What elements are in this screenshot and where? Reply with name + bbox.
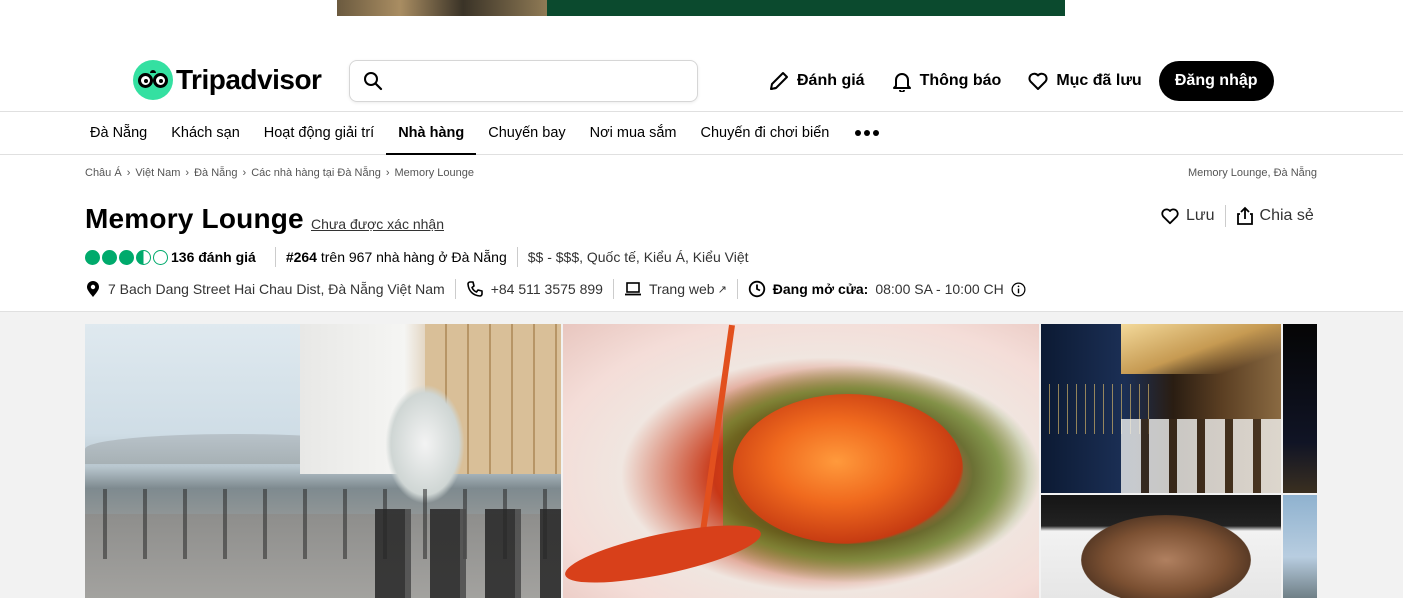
rank-text: trên 967 nhà hàng ở Đà Nẵng [316,249,507,265]
rating-row: 136 đánh giá #264 trên 967 nhà hàng ở Đà… [85,247,749,267]
info-icon[interactable] [1011,282,1026,297]
breadcrumb-item[interactable]: Châu Á [85,167,122,179]
hours-info[interactable]: Đang mở cửa: 08:00 SA - 10:00 CH [748,280,1026,298]
nav-item-shopping[interactable]: Nơi mua sắm [578,112,689,154]
hours-label: Đang mở cửa: [772,281,869,297]
location-label: Memory Lounge, Đà Nẵng [1187,167,1317,179]
gallery-photo-night[interactable] [1283,324,1317,493]
chevron-right-icon: › [242,167,247,179]
ad-banner [547,0,1065,16]
breadcrumb: Châu Á › Việt Nam › Đà Nẵng › Các nhà hà… [85,167,474,179]
nav-item-da-nang[interactable]: Đà Nẵng [78,112,159,154]
rating-bubbles[interactable] [85,249,168,265]
phone-icon [466,281,483,297]
divider [736,279,738,299]
ad-image [337,0,547,16]
gallery-photo-dining-room[interactable] [1041,324,1281,493]
review-count-link[interactable]: 136 đánh giá [171,249,256,265]
ranking-link[interactable]: #264 trên 967 nhà hàng ở Đà Nẵng [286,249,507,265]
nav-item-flights[interactable]: Chuyến bay [476,112,577,154]
save-button[interactable]: Lưu [1160,206,1215,226]
gallery-photo-terrace[interactable] [85,324,561,598]
map-pin-icon [87,281,99,297]
saved-items-label: Mục đã lưu [1056,72,1142,89]
address-text: 7 Bach Dang Street Hai Chau Dist, Đà Nẵn… [108,281,445,297]
info-row: 7 Bach Dang Street Hai Chau Dist, Đà Nẵn… [85,278,1026,300]
write-review-button[interactable]: Đánh giá [768,70,865,92]
rating-bubble-empty [153,249,168,265]
nav-item-hotels[interactable]: Khách sạn [159,112,252,154]
share-button[interactable]: Chia sẻ [1236,206,1314,226]
search-input[interactable] [394,69,684,93]
rating-bubble-full [85,249,100,265]
pencil-icon [770,72,788,90]
rating-bubble-half [136,249,151,265]
address-link[interactable]: 7 Bach Dang Street Hai Chau Dist, Đà Nẵn… [85,280,445,298]
gallery-photo-dish[interactable] [1041,495,1281,598]
header-actions: Đánh giá Thông báo Mục đã lưu Đăng nhập [768,61,1274,101]
search-box[interactable] [349,60,698,102]
category-nav: Đà Nẵng Khách sạn Hoạt động giải trí Nhà… [0,112,1403,155]
external-link-icon: ↗ [717,283,727,296]
bell-icon [892,73,911,92]
divider [274,247,276,267]
login-button[interactable]: Đăng nhập [1158,61,1274,101]
save-label: Lưu [1186,207,1215,224]
search-icon [364,72,383,91]
gallery-photo-lobster[interactable] [563,324,1039,598]
nav-item-things-to-do[interactable]: Hoạt động giải trí [252,112,386,154]
breadcrumb-item[interactable]: Đà Nẵng [194,167,237,179]
notifications-label: Thông báo [919,72,1002,89]
breadcrumb-item[interactable]: Các nhà hàng tại Đà Nẵng [251,167,381,179]
rank-number: #264 [285,249,317,265]
laptop-icon [624,282,641,296]
chevron-right-icon: › [126,167,131,179]
owl-logo-icon [133,60,173,100]
more-dots-icon[interactable] [841,112,893,154]
divider [516,247,518,267]
breadcrumb-item[interactable]: Việt Nam [135,167,180,179]
divider [612,279,614,299]
heart-icon [1028,72,1048,90]
website-link[interactable]: Trang web ↗ [624,281,727,297]
rating-bubble-full [119,249,134,265]
chevron-right-icon: › [385,167,390,179]
rating-bubble-full [102,249,117,265]
saved-items-button[interactable]: Mục đã lưu [1027,70,1142,92]
site-header: Tripadvisor Đánh giá Thông báo Mục đã lư… [0,50,1403,112]
phone-text: +84 511 3575 899 [490,281,603,297]
top-advertisement[interactable] [337,0,1065,16]
heart-icon [1161,208,1179,225]
title-actions: Lưu Chia sẻ [1160,205,1314,227]
nav-item-restaurants[interactable]: Nhà hàng [386,112,477,155]
breadcrumb-current: Memory Lounge [394,167,475,179]
write-review-label: Đánh giá [797,72,865,89]
gallery-photo-view[interactable] [1283,495,1317,598]
divider [454,279,456,299]
phone-link[interactable]: +84 511 3575 899 [466,280,603,298]
nav-item-cruises[interactable]: Chuyến đi chơi biển [689,112,842,154]
clock-icon [748,280,765,298]
logo-wordmark: Tripadvisor [176,64,322,95]
price-cuisine-text[interactable]: $$ - $$$, Quốc tế, Kiểu Á, Kiểu Việt [528,249,749,265]
tripadvisor-logo[interactable]: Tripadvisor [133,60,322,100]
hours-value: 08:00 SA - 10:00 CH [875,281,1004,297]
share-icon [1236,206,1253,225]
website-label: Trang web [648,281,715,297]
claim-status-link[interactable]: Chưa được xác nhận [311,216,444,232]
restaurant-title: Memory Lounge [85,203,304,234]
divider [1224,205,1226,227]
share-label: Chia sẻ [1259,207,1314,224]
chevron-right-icon: › [185,167,190,179]
notifications-button[interactable]: Thông báo [891,70,1002,92]
